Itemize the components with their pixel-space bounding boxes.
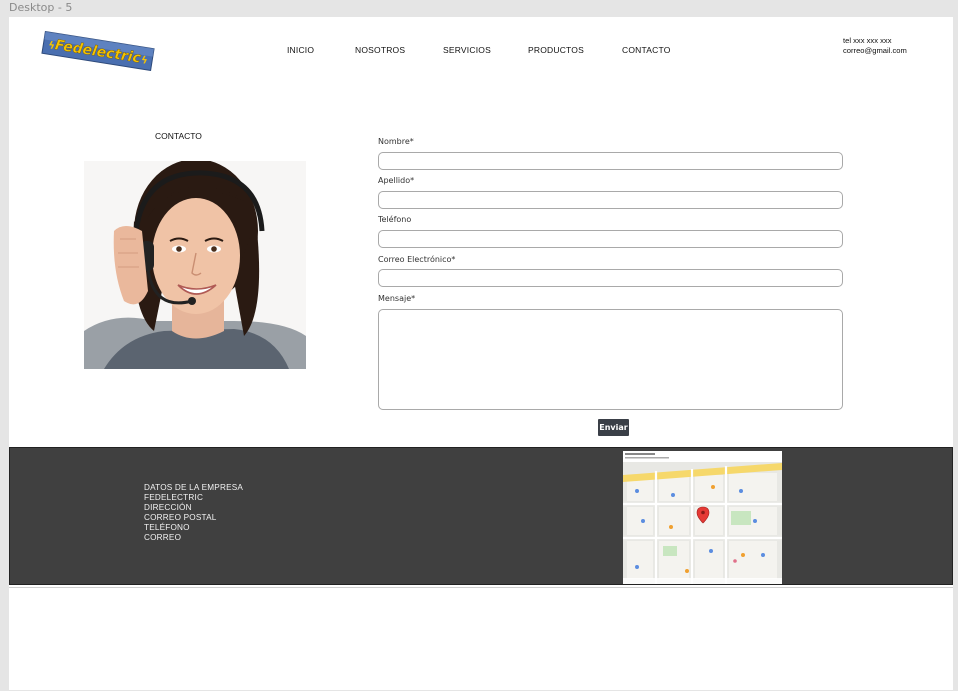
page: Fedelectric ϟ ϟ INICIO NOSOTROS SERVICIO… [9,17,953,690]
email-input[interactable] [378,269,843,287]
nav-item-productos[interactable]: PRODUCTOS [528,45,584,55]
footer-line: DIRECCIÓN [144,503,192,512]
submit-button[interactable]: Enviar [598,419,629,436]
telefono-label: Teléfono [378,215,412,224]
frame-label: Desktop - 5 [9,1,73,14]
map-graphic [623,451,782,584]
nav-item-inicio[interactable]: INICIO [287,45,314,55]
location-map[interactable] [623,451,782,584]
footer: DATOS DE LA EMPRESA FEDELECTRIC DIRECCIÓ… [9,447,953,585]
contact-photo [84,161,306,369]
header-contact: tel xxx xxx xxx correo@gmail.com [843,36,907,56]
mensaje-label: Mensaje* [378,294,416,303]
section-title: CONTACTO [155,131,202,141]
apellido-label: Apellido* [378,176,415,185]
nav-item-servicios[interactable]: SERVICIOS [443,45,491,55]
nav-item-nosotros[interactable]: NOSOTROS [355,45,405,55]
nombre-input[interactable] [378,152,843,170]
footer-line: FEDELECTRIC [144,493,204,502]
contact-photo-illustration [84,161,306,369]
header-phone: tel xxx xxx xxx [843,36,892,45]
nombre-label: Nombre* [378,137,414,146]
header-email: correo@gmail.com [843,46,907,55]
telefono-input[interactable] [378,230,843,248]
apellido-input[interactable] [378,191,843,209]
mensaje-textarea[interactable] [378,309,843,410]
footer-company-info: DATOS DE LA EMPRESA FEDELECTRIC DIRECCIÓ… [144,483,243,543]
footer-line: CORREO [144,533,182,542]
main-nav: INICIO NOSOTROS SERVICIOS PRODUCTOS CONT… [9,45,953,59]
footer-line: DATOS DE LA EMPRESA [144,483,244,492]
nav-item-contacto[interactable]: CONTACTO [622,45,671,55]
footer-line: CORREO POSTAL [144,513,217,522]
email-label: Correo Electrónico* [378,255,456,264]
page-bottom-section [9,587,953,690]
footer-line: TELÉFONO [144,523,190,532]
